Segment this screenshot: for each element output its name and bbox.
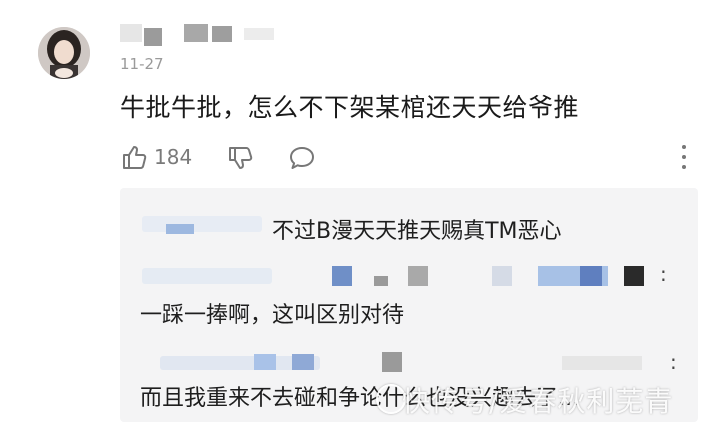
reply-username-blurred[interactable] — [142, 350, 642, 376]
like-button[interactable]: 184 — [120, 143, 192, 171]
reply-username-blurred[interactable] — [142, 214, 262, 236]
thumbs-up-icon — [123, 146, 147, 169]
username-blurred[interactable] — [120, 22, 280, 48]
comment-text: 牛批牛批，怎么不下架某棺还天天给爷推 — [120, 93, 580, 122]
reply-username-blurred[interactable] — [142, 264, 644, 290]
like-count: 184 — [154, 145, 193, 169]
reply-text: 不过B漫天天推天赐真TM恶心 — [272, 219, 562, 244]
comment-date: 11-27 — [120, 55, 164, 73]
reply-text: 一踩一捧啊，这叫区别对待 — [140, 303, 405, 328]
thumbs-down-icon — [229, 147, 253, 169]
reply-bubble-icon — [290, 147, 314, 169]
watermark-text: 快传号/爱春秋利芜青 — [402, 385, 674, 418]
avatar-image — [38, 27, 90, 79]
avatar[interactable] — [38, 27, 90, 79]
reply-more-icon[interactable]: : — [660, 262, 667, 286]
more-vertical-icon[interactable] — [676, 143, 692, 173]
reply-button[interactable] — [288, 144, 316, 172]
dislike-button[interactable] — [226, 144, 254, 172]
reply-more-icon[interactable]: : — [670, 350, 677, 374]
